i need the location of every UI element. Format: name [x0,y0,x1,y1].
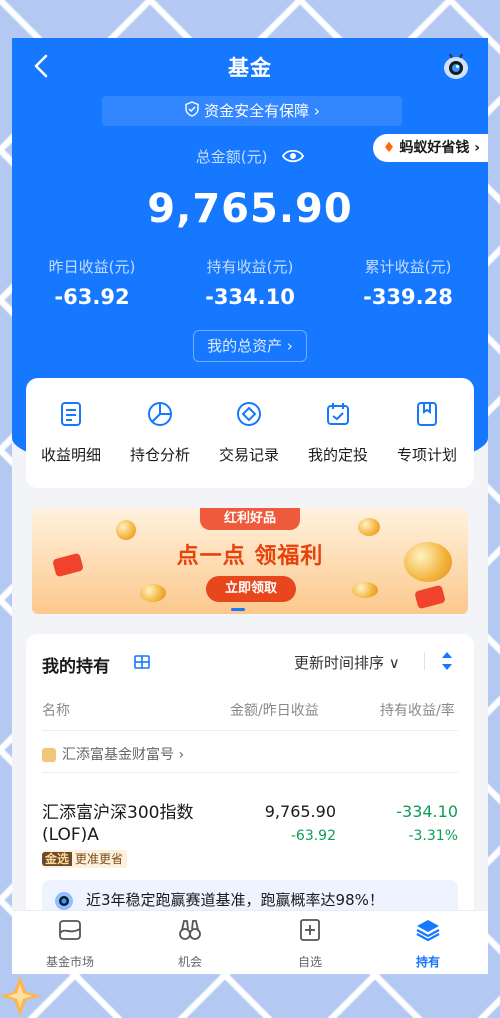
red-packet-decoration [414,584,446,610]
stat-value: -334.10 [205,285,295,309]
pie-chart-icon [148,402,172,426]
page-title: 基金 [228,56,272,80]
gold-select-tag: 金选 [42,852,73,866]
stat-label: 持有收益(元) [206,258,294,276]
stat-yesterday[interactable]: 昨日收益(元) -63.92 [12,256,172,309]
tab-label: 基金市场 [45,955,94,969]
tab-opportunity[interactable]: 机会 [150,917,230,970]
coin-decoration [352,582,378,598]
sort-divider [424,652,425,670]
mascot-icon [55,892,73,910]
sort-dropdown[interactable]: 更新时间排序 ∨ [294,652,400,673]
quick-action-label: 我的定投 [307,446,368,464]
quick-action-label: 收益明细 [40,446,101,464]
banner-claim-button[interactable]: 立即领取 [206,576,296,602]
eye-icon [282,149,305,162]
sparkle-icon [0,976,42,1016]
quick-action-label: 专项计划 [396,446,457,464]
bottom-tab-bar: 基金市场 机会 自选 持有 [12,910,488,974]
assistant-button[interactable] [440,50,472,82]
quick-actions-card: 收益明细 持仓分析 交易记录 我的定投 专项计划 [26,378,474,488]
document-icon [61,402,81,426]
sort-order-icon[interactable] [440,650,454,672]
total-label-text: 总金额(元) [195,148,268,166]
fund-company-icon [42,748,56,762]
coin-decoration [140,584,166,602]
table-row[interactable]: 汇添富沪深300指数(LOF)A 金选 更准更省 9,765.90 -63.92 … [26,786,474,870]
tab-label: 持有 [415,955,440,969]
quick-action-label: 交易记录 [218,446,279,464]
carousel-indicator [231,608,245,611]
quick-action-position-analysis[interactable]: 持仓分析 [115,400,205,465]
market-icon [59,920,81,940]
stat-cumulative[interactable]: 累计收益(元) -339.28 [328,256,488,309]
tab-holdings[interactable]: 持有 [388,917,468,970]
safety-banner[interactable]: 资金安全有保障 › [102,96,402,126]
fund-company-link[interactable]: 汇添富基金财富号 › [42,744,184,764]
stat-value: -339.28 [363,285,453,309]
column-header-holding-return: 持有收益/率 [380,703,455,719]
robot-assistant-icon [444,53,468,79]
stat-value: -63.92 [54,285,130,309]
fund-badge-text: 更准更省 [75,852,124,866]
fund-name: 汇添富沪深300指数(LOF)A [42,803,194,845]
tip-text: 近3年稳定跑赢赛道基准，跑赢概率达98%！ [86,891,384,909]
total-amount-label: 总金额(元) [12,146,488,167]
stat-label: 累计收益(元) [364,258,452,276]
header-divider [42,730,458,731]
plus-box-icon [300,919,320,941]
visibility-toggle[interactable] [282,149,305,167]
stat-label: 昨日收益(元) [48,258,136,276]
total-assets-button[interactable]: 我的总资产 › [193,330,307,362]
quick-action-income-detail[interactable]: 收益明细 [26,400,116,465]
stat-holding[interactable]: 持有收益(元) -334.10 [170,256,330,309]
banner-headline: 点一点 领福利 [176,544,324,569]
fund-yesterday-return: -63.92 [290,828,336,844]
total-amount-value: 9,765.90 [147,186,353,232]
layers-icon [416,920,440,942]
tab-watchlist[interactable]: 自选 [270,917,350,970]
company-divider [42,772,458,773]
column-header-amount: 金额/昨日收益 [230,703,319,719]
binoculars-icon [179,920,201,940]
fund-badge: 金选 更准更省 [42,850,128,868]
fund-amount: 9,765.90 [264,802,336,821]
safety-text: 资金安全有保障 › [204,102,320,120]
tab-fund-market[interactable]: 基金市场 [30,917,110,970]
calendar-check-icon [327,403,349,425]
shield-icon [184,97,200,127]
earnings-stats: 昨日收益(元) -63.92 持有收益(元) -334.10 累计收益(元) -… [12,256,488,316]
bookmark-icon [417,402,437,426]
quick-action-auto-invest[interactable]: 我的定投 [293,400,383,465]
fund-holding-rate: -3.31% [408,828,458,844]
top-nav: 基金 [12,38,488,94]
promo-banner[interactable]: 红利好品 点一点 领福利 立即领取 [32,508,468,614]
coin-decoration [116,520,136,540]
tab-label: 机会 [177,955,202,969]
holdings-title: 我的持有 [42,657,110,677]
app-screen: 基金 资金安全有保障 › ♦ 蚂蚁好省钱 › 总金额(元) 9,765.90 昨… [12,38,488,974]
banner-tag: 红利好品 [200,508,300,530]
column-header-name: 名称 [42,703,70,719]
grid-view-icon[interactable] [134,654,150,670]
diamond-circle-icon [237,402,261,426]
fund-holding-return: -334.10 [396,802,458,821]
quick-action-label: 持仓分析 [129,446,190,464]
quick-action-transactions[interactable]: 交易记录 [204,400,294,465]
coin-decoration [358,518,380,536]
tab-label: 自选 [297,955,322,969]
quick-action-special-plan[interactable]: 专项计划 [382,400,472,465]
fund-company-name: 汇添富基金财富号 › [62,747,185,763]
